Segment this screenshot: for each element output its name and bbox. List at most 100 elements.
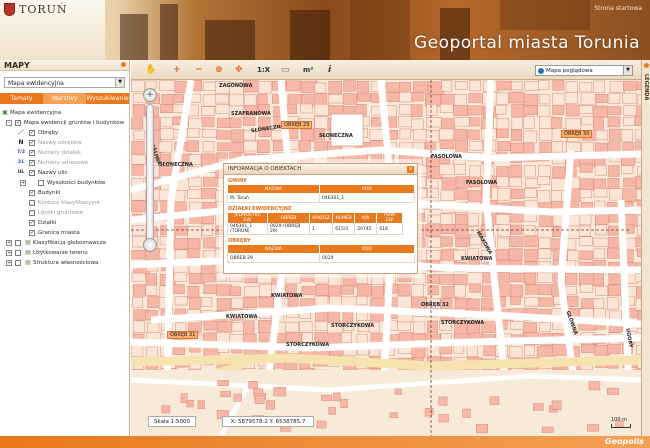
tab-1[interactable]: Warstwy [43, 93, 86, 104]
layer-label: Nazwy obrębów [38, 140, 82, 146]
layer-symbol-icon [17, 189, 25, 197]
collapse-icon[interactable] [121, 62, 126, 67]
layer-checkbox[interactable] [29, 168, 35, 178]
street-label: KWIATOWA [271, 293, 303, 299]
chevron-down-icon[interactable]: ▼ [623, 66, 632, 75]
expand-icon[interactable]: + [6, 260, 12, 266]
tab-2[interactable]: Wyszukiwanie [86, 93, 129, 104]
map-canvas[interactable]: ZAGONOWA SZAFRANOWA SŁONECZNA SŁONECZNA SŁON… [131, 80, 641, 436]
street-label: STORCZYKOWA [286, 342, 330, 348]
layer-checkbox[interactable] [29, 200, 35, 206]
map-select[interactable]: Mapa ewidencyjna ▼ [4, 77, 125, 88]
expand-icon[interactable]: + [6, 250, 12, 256]
layer-checkbox[interactable] [15, 250, 21, 256]
layer-symbol-icon [26, 179, 34, 187]
scale-bar-line [611, 424, 631, 428]
layer-row[interactable]: Granica miasta [0, 228, 129, 238]
layer-checkbox[interactable] [29, 148, 35, 158]
scale-box[interactable]: Skala 1:5000 [148, 416, 196, 427]
column-header: JEDNOSTKA EW. [227, 212, 268, 224]
layer-row[interactable]: 7/2 Numery działek [0, 148, 129, 158]
layer-checkbox[interactable] [38, 180, 44, 186]
zoom-out-icon[interactable]: − [195, 65, 203, 75]
basemap-select-value: Mapa poglądowa [546, 68, 593, 74]
full-extent-icon[interactable]: ✥ [235, 65, 243, 75]
layer-checkbox[interactable] [29, 218, 35, 228]
layer-row[interactable]: - Mapa ewidencji gruntów i budynków [0, 118, 129, 128]
tab-0[interactable]: Tematy [0, 93, 43, 104]
measure-area-button[interactable]: m² [303, 65, 313, 75]
column-header: NAZWA [227, 244, 320, 254]
layer-row[interactable]: N Nazwy obrębów [0, 138, 129, 148]
layer-label: Działki [38, 220, 57, 226]
layer-row[interactable]: + Wysokości budynków [0, 178, 129, 188]
table-cell: 0029 (OBRĘB 29) [267, 223, 310, 235]
layer-row[interactable]: 31 Numery adresowe [0, 158, 129, 168]
layer-checkbox[interactable] [29, 188, 35, 198]
layer-label: Obręby [38, 130, 59, 136]
expand-icon[interactable] [644, 63, 649, 68]
zoom-handle[interactable] [143, 238, 157, 252]
layer-label: Mapa ewidencji gruntów i budynków [24, 120, 125, 126]
layer-row[interactable]: ▣ Mapa ewidencyjna [0, 108, 129, 118]
legend-panel[interactable]: LEGENDA [641, 60, 650, 436]
table-cell: 046301_1 [319, 193, 415, 203]
map-layer-icon: ▣ [2, 109, 8, 116]
table-row: M. Toruń 046301_1 [227, 193, 415, 203]
layer-row[interactable]: Działki [0, 218, 129, 228]
layer-row[interactable]: + ▤ Użytkowanie terenu [0, 248, 129, 258]
zoom-slider[interactable]: + [141, 88, 159, 258]
layer-row[interactable]: ⋰ Obręby [0, 128, 129, 138]
layer-checkbox[interactable] [15, 260, 21, 266]
layer-label: Nazwy ulic [38, 170, 68, 176]
column-header: POW. EW. [376, 212, 404, 224]
layer-row[interactable]: + ▤ Struktura własnościowa [0, 258, 129, 268]
pan-hand-icon[interactable]: ✋ [145, 65, 156, 75]
layer-checkbox[interactable] [29, 210, 35, 216]
close-icon[interactable]: × [407, 166, 414, 173]
zoom-track[interactable] [146, 104, 154, 244]
column-header: KOD [319, 184, 415, 194]
layer-row[interactable]: Budynki [0, 188, 129, 198]
street-label: FASOLOWA [466, 180, 497, 186]
zoom-plus-icon[interactable]: + [143, 88, 157, 102]
street-label: KWIATOWA [226, 314, 258, 320]
street-label: FASOLOWA [431, 154, 462, 160]
layer-row[interactable]: Kontury klasyfikacyjne [0, 198, 129, 208]
basemap-select[interactable]: Mapa poglądowa ▼ [535, 65, 633, 76]
zoom-in-icon[interactable]: + [173, 65, 181, 75]
layer-checkbox[interactable] [29, 138, 35, 148]
layer-checkbox[interactable] [29, 128, 35, 138]
chevron-down-icon[interactable]: ▼ [115, 78, 124, 87]
layer-label: Budynki [38, 190, 61, 196]
layer-checkbox[interactable] [29, 228, 35, 238]
layer-checkbox[interactable] [15, 240, 21, 246]
start-page-link[interactable]: Strona startowa [594, 5, 642, 12]
layer-row[interactable]: + ▤ Klasyfikacja gleboznawcza [0, 238, 129, 248]
table-row: 046301_1 (TORUŃ) 0029 (OBRĘB 29) 1 615/3 207… [227, 223, 404, 235]
table-cell: 615/3 [332, 223, 356, 235]
info-tool-button[interactable]: i [328, 65, 331, 75]
layer-row[interactable]: UL Nazwy ulic [0, 168, 129, 178]
table-cell: 20745 [354, 223, 378, 235]
layer-row[interactable]: Użytki gruntowe [0, 208, 129, 218]
sidebar-title: MAPY [4, 61, 30, 70]
expand-icon[interactable]: + [6, 240, 12, 246]
layer-checkbox[interactable] [15, 118, 21, 128]
layer-symbol-icon [17, 219, 25, 227]
layer-symbol-icon: 31 [17, 160, 25, 165]
layer-group-icon: ▤ [25, 249, 31, 256]
layer-tree: ▣Mapa ewidencyjna - Mapa ewidencji gruntów… [0, 104, 129, 268]
table-cell: 618 [376, 223, 404, 235]
table-cell: 0029 [319, 253, 415, 263]
measure-distance-icon[interactable]: ▭ [281, 65, 290, 75]
scale-tool-button[interactable]: 1:X [257, 65, 270, 75]
table-cell: 1 [308, 223, 334, 235]
street-label: STORCZYKOWA [441, 320, 485, 326]
column-header: OBRĘB [267, 212, 310, 224]
scale-bar-label: 100 m [611, 417, 628, 423]
layer-checkbox[interactable] [29, 158, 35, 168]
street-label: STORCZYKOWA [331, 323, 375, 329]
zoom-window-icon[interactable]: ⊕ [215, 65, 223, 75]
collapse-icon[interactable]: - [6, 120, 12, 126]
